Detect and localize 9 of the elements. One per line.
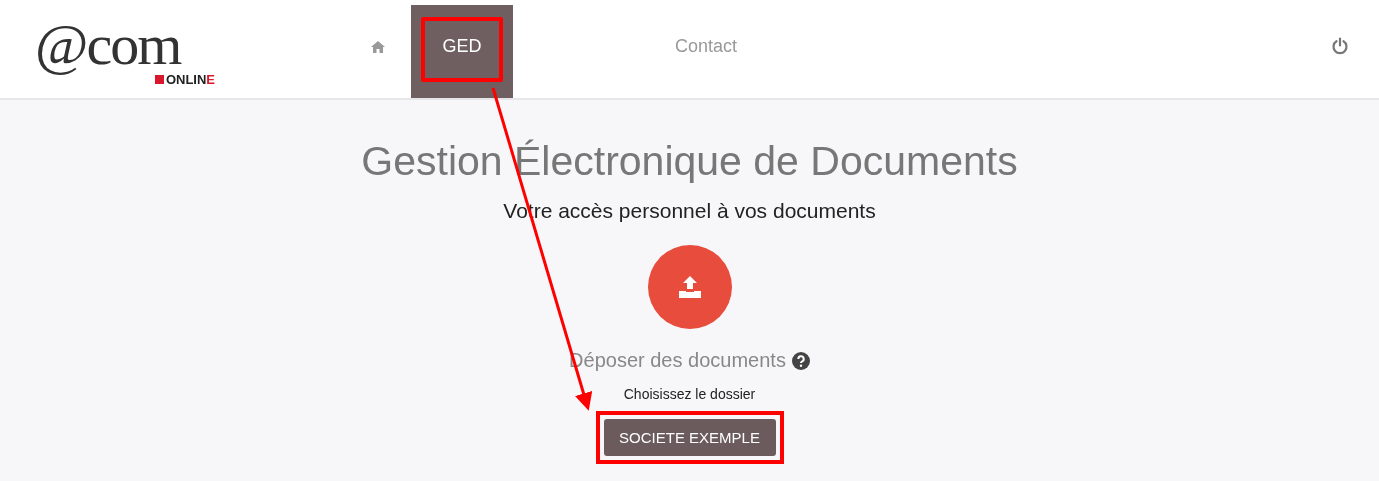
help-icon[interactable]: [791, 351, 810, 370]
nav-tab[interactable]: GED: [411, 5, 513, 98]
upload-icon: [677, 276, 702, 298]
logo-tagline: ONLINE: [154, 71, 215, 87]
folder-prompt: Choisissez le dossier: [623, 386, 756, 402]
page-title: Gestion Électronique de Documents: [361, 138, 1018, 185]
home-icon: [371, 40, 385, 53]
folder-button[interactable]: SOCIETE EXEMPLE: [603, 419, 776, 456]
power-icon[interactable]: [1331, 37, 1349, 55]
